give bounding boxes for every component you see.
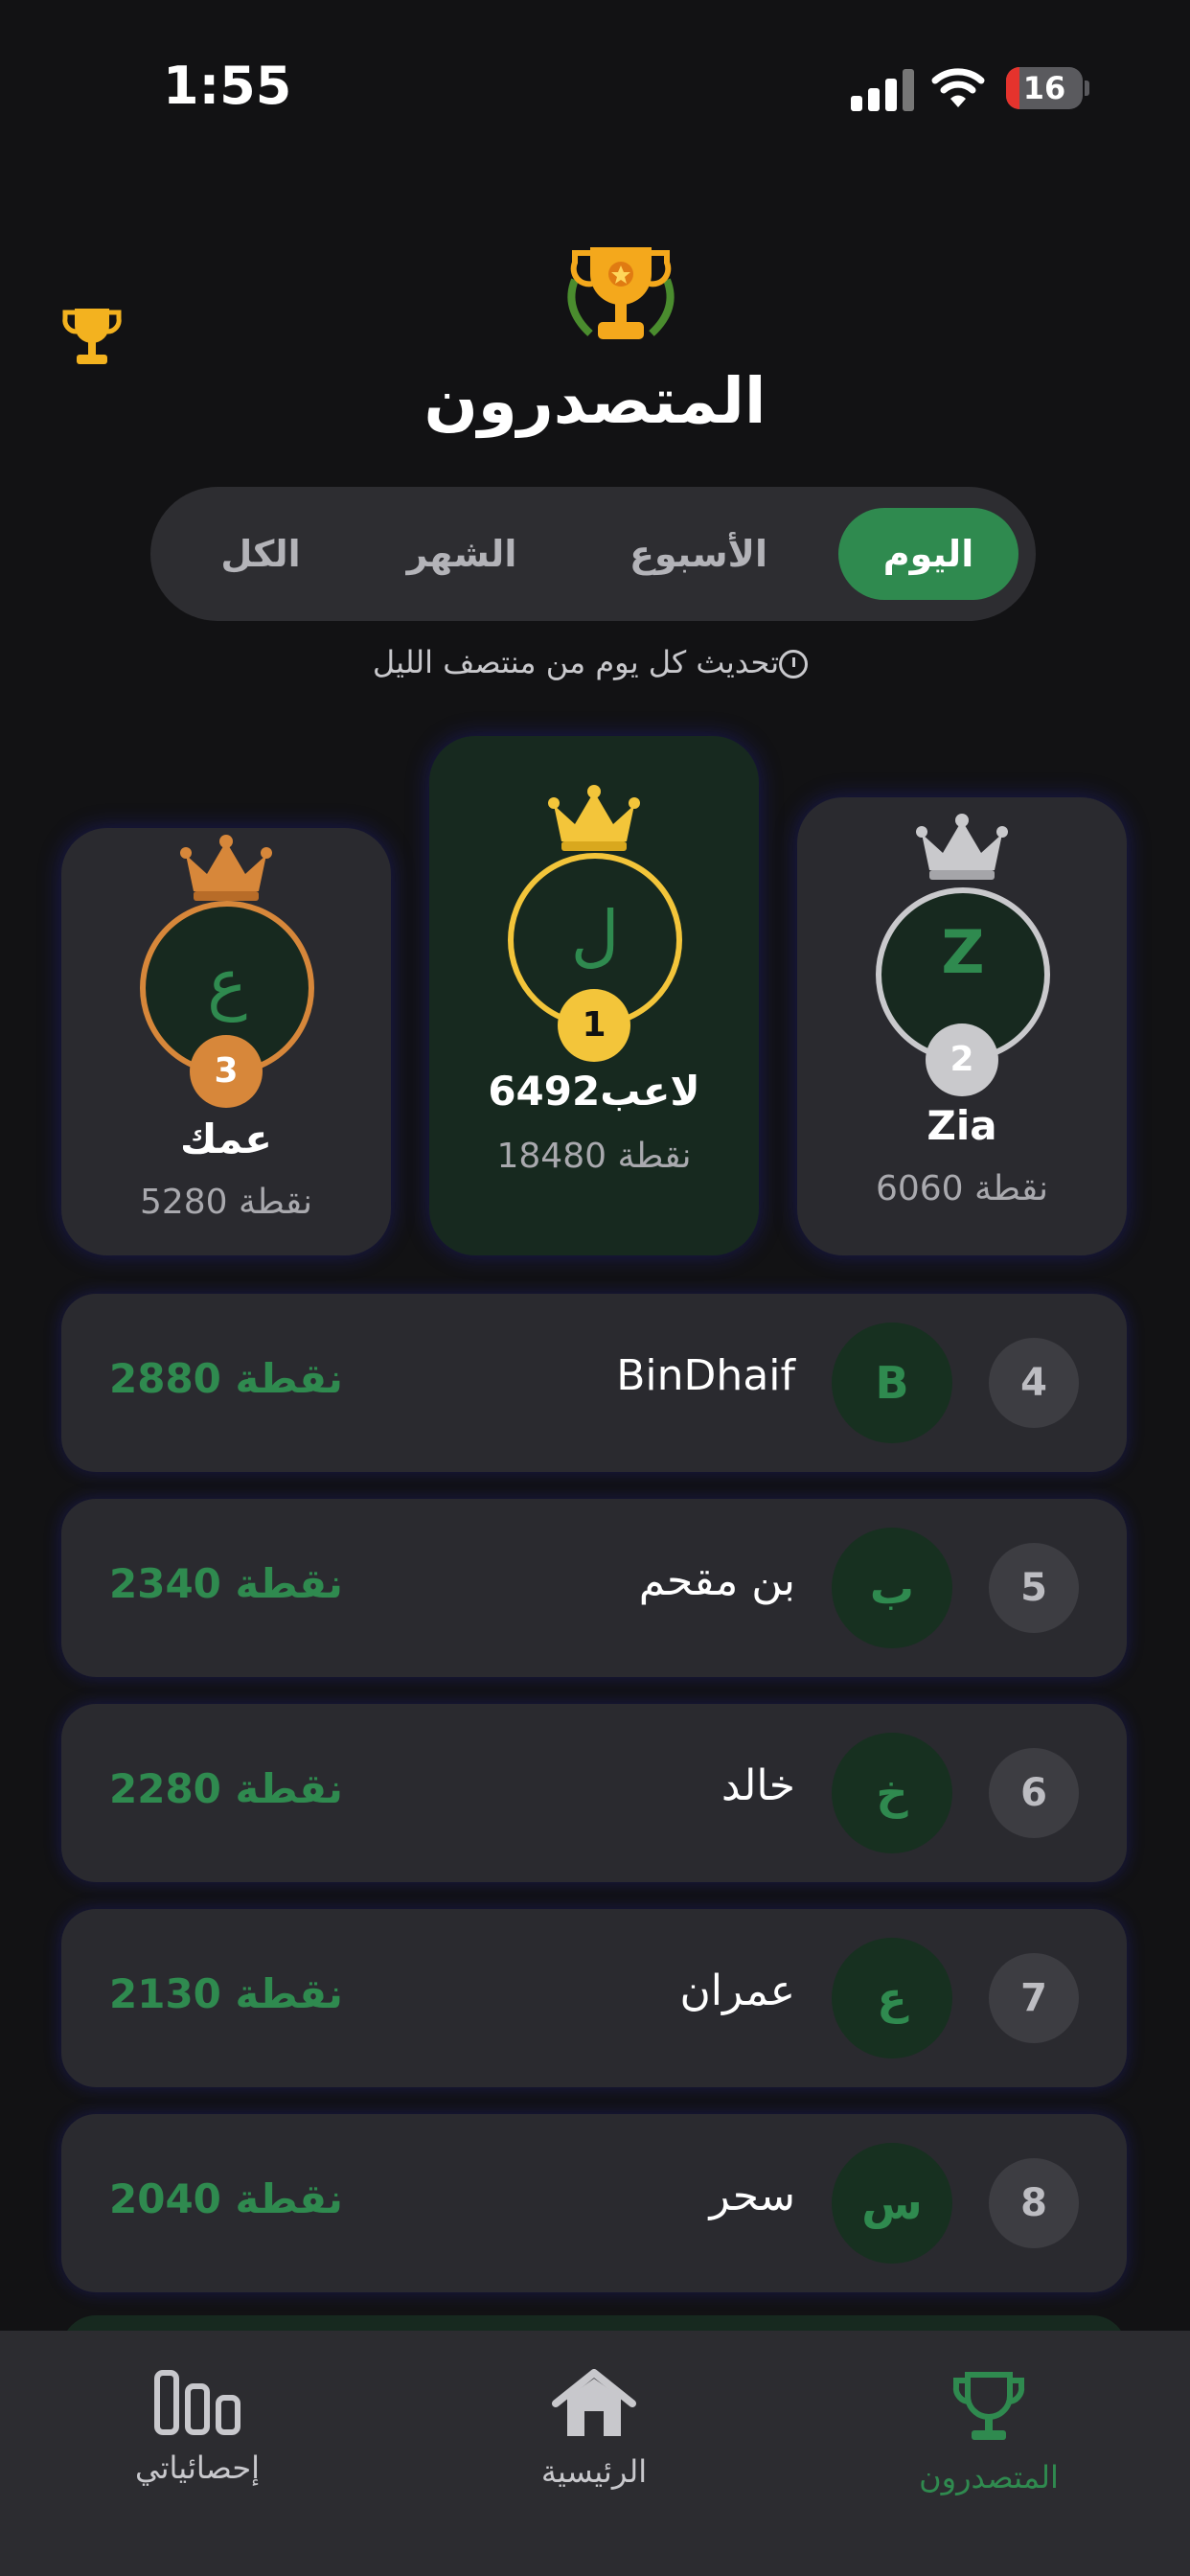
player-points: 18480 نقطة	[496, 1137, 692, 1176]
player-points: 2340 نقطة	[109, 1560, 343, 1607]
player-points: 6060 نقطة	[875, 1169, 1049, 1208]
player-name: Zia	[927, 1102, 997, 1149]
podium-second-card[interactable]: Z 2 Zia 6060 نقطة	[797, 797, 1127, 1255]
status-time: 1:55	[163, 56, 292, 116]
bottom-nav: إحصائياتي الرئيسية المتصدرون	[0, 2331, 1190, 2576]
rank-badge: 2	[926, 1024, 998, 1096]
trophy-icon	[952, 2372, 1025, 2440]
rank-number: 5	[989, 1543, 1079, 1633]
player-points: 2880 نقطة	[109, 1355, 343, 1402]
leaderboard-row[interactable]: 4 B BinDhaif 2880 نقطة	[61, 1294, 1127, 1472]
avatar: B	[832, 1322, 952, 1443]
tab-all[interactable]: الكل	[179, 508, 342, 600]
battery-tip	[1085, 80, 1089, 96]
player-name: لاعب6492	[488, 1068, 700, 1115]
wifi-icon	[931, 68, 985, 107]
nav-home[interactable]: الرئيسية	[450, 2369, 738, 2490]
avatar: ب	[832, 1528, 952, 1648]
nav-stats[interactable]: إحصائياتي	[54, 2369, 341, 2486]
rank-number: 7	[989, 1953, 1079, 2043]
player-points: 5280 نقطة	[139, 1183, 313, 1222]
player-points: 2040 نقطة	[109, 2175, 343, 2222]
player-points: 2280 نقطة	[109, 1765, 343, 1812]
silver-crown-icon	[916, 814, 1008, 880]
refresh-note-text: تحديث كل يوم من منتصف الليل	[372, 644, 780, 680]
battery-icon: 16	[1006, 67, 1083, 109]
podium-third-card[interactable]: ع 3 عمك 5280 نقطة	[61, 828, 391, 1255]
trophy-icon[interactable]	[61, 305, 123, 370]
leaderboard-row[interactable]: 8 س سحر 2040 نقطة	[61, 2114, 1127, 2292]
cellular-signal-icon	[851, 69, 914, 111]
player-name: سحر	[709, 2172, 795, 2220]
rank-number: 4	[989, 1338, 1079, 1428]
player-name: BinDhaif	[616, 1351, 795, 1400]
podium-first-card[interactable]: ل 1 لاعب6492 18480 نقطة	[429, 736, 759, 1255]
avatar: خ	[832, 1733, 952, 1853]
trophy-laurel-icon	[567, 247, 675, 339]
player-name: عمك	[180, 1116, 272, 1162]
rank-badge: 1	[558, 989, 630, 1062]
period-tabs: الكل الشهر الأسبوع اليوم	[150, 487, 1036, 621]
gold-crown-icon	[548, 785, 640, 851]
battery-level: 16	[1022, 70, 1066, 106]
nav-home-label: الرئيسية	[540, 2453, 648, 2490]
rank-badge: 3	[190, 1035, 263, 1108]
bronze-crown-icon	[180, 835, 272, 901]
refresh-note: تحديث كل يوم من منتصف الليل	[0, 644, 1190, 680]
leaderboard-row[interactable]: 7 ع عمران 2130 نقطة	[61, 1909, 1127, 2087]
player-points: 2130 نقطة	[109, 1970, 343, 2017]
tab-today[interactable]: اليوم	[838, 508, 1018, 600]
player-name: عمران	[679, 1966, 795, 2015]
leaderboard-row[interactable]: 6 خ خالد 2280 نقطة	[61, 1704, 1127, 1882]
avatar: س	[832, 2143, 952, 2264]
avatar: ع	[832, 1938, 952, 2058]
tab-week[interactable]: الأسبوع	[584, 508, 813, 600]
leaderboard-row[interactable]: 5 ب بن مقحم 2340 نقطة	[61, 1499, 1127, 1677]
rank-number: 8	[989, 2158, 1079, 2248]
nav-leaderboard[interactable]: المتصدرون	[845, 2369, 1133, 2496]
nav-stats-label: إحصائياتي	[134, 2450, 261, 2486]
page-title: المتصدرون	[423, 364, 767, 438]
player-name: بن مقحم	[638, 1556, 795, 1605]
tab-month[interactable]: الشهر	[371, 508, 553, 600]
stats-icon	[154, 2370, 240, 2435]
player-name: خالد	[721, 1761, 795, 1810]
nav-leaderboard-label: المتصدرون	[919, 2459, 1059, 2496]
rank-number: 6	[989, 1748, 1079, 1838]
home-icon	[552, 2369, 636, 2436]
clock-icon	[779, 650, 809, 678]
